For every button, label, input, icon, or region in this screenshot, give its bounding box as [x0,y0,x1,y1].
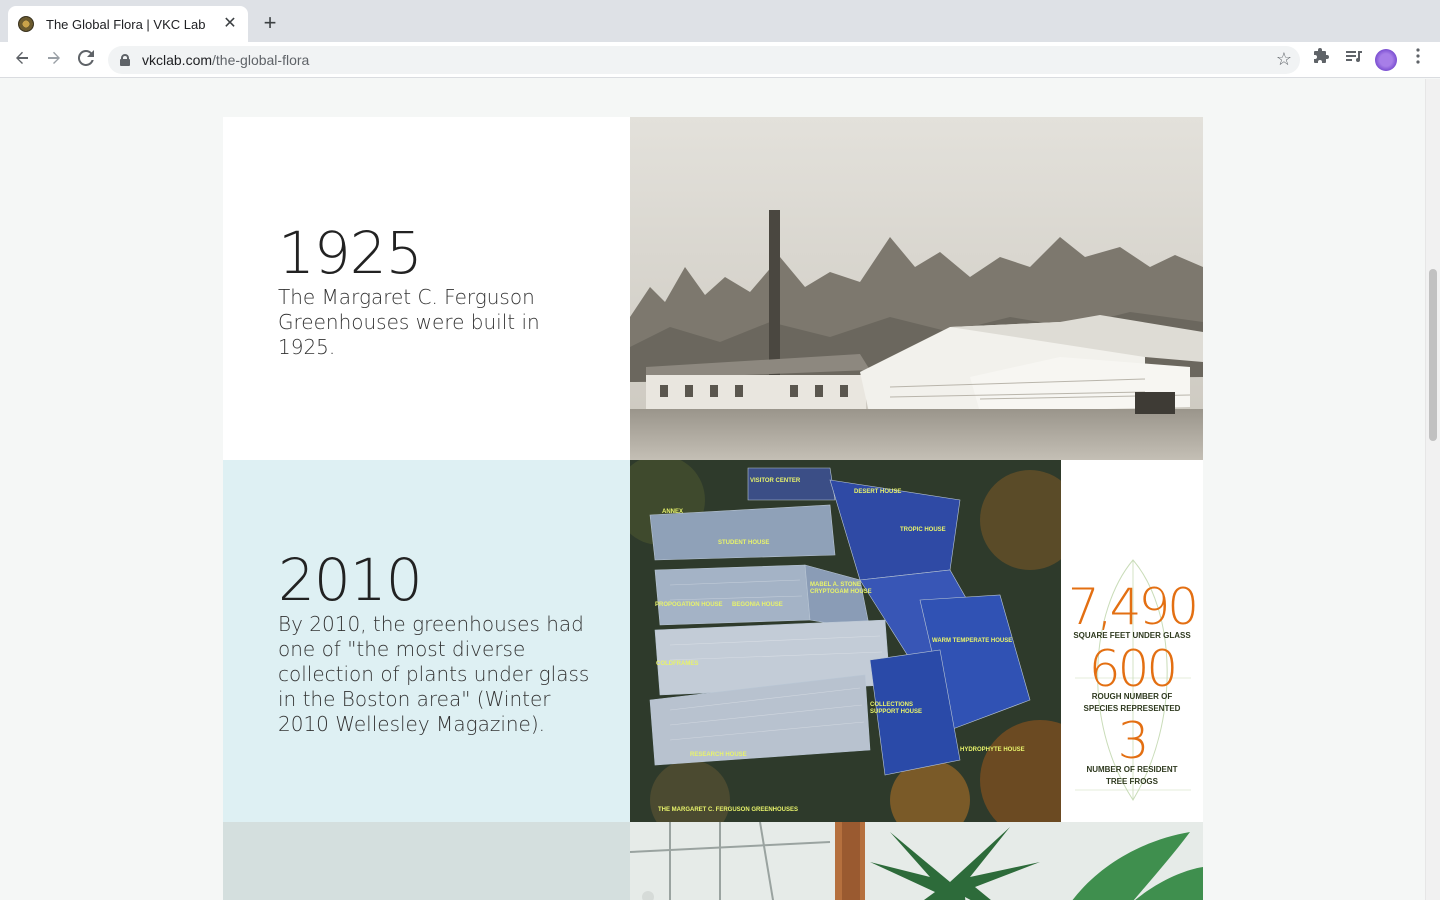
map-label: WARM TEMPERATE HOUSE [932,638,1012,644]
stat-number: 7,490 [1067,578,1199,636]
stat-label: NUMBER OF RESIDENT [1086,765,1178,774]
close-tab-icon[interactable]: ✕ [222,16,238,32]
star-icon[interactable]: ☆ [1276,49,1292,70]
stat-number: 600 [1088,640,1178,698]
browser-toolbar: vkclab.com/the-global-flora ☆ [0,42,1440,78]
map-label: BEGONIA HOUSE [732,602,783,608]
new-tab-button[interactable]: + [258,12,282,36]
stat-label: TREE FROGS [1105,777,1158,786]
map-label: VISITOR CENTER [750,478,801,484]
page-viewport: 1925 The Margaret C. Ferguson Greenhouse… [0,79,1425,900]
forward-icon[interactable] [42,48,66,72]
greenhouse-interior-photo [630,822,1203,900]
map-label: MABEL A. STONE [810,582,861,588]
timeline-year: 2010 [278,546,423,614]
address-bar[interactable]: vkclab.com/the-global-flora ☆ [108,46,1300,74]
tab-strip: The Global Flora | VKC Lab ✕ + [0,0,1440,42]
timeline-row-1925: 1925 The Margaret C. Ferguson Greenhouse… [223,117,1203,460]
map-label: DESERT HOUSE [854,489,901,495]
timeline-year: 1925 [278,219,423,287]
historic-greenhouse-photo [630,117,1203,460]
browser-tab[interactable]: The Global Flora | VKC Lab ✕ [8,6,248,42]
timeline-text-3 [223,822,630,900]
scrollbar-thumb[interactable] [1429,269,1437,441]
back-icon[interactable] [10,48,34,72]
page-scrollbar[interactable] [1425,79,1440,900]
extensions-icon[interactable] [1310,48,1334,72]
lock-icon[interactable] [120,54,130,66]
map-label: CRYPTOGAM HOUSE [810,589,872,595]
stat-number: 3 [1117,712,1150,770]
url-path: /the-global-flora [212,52,310,68]
site-favicon-icon [18,16,34,32]
map-label: RESEARCH HOUSE [690,752,747,758]
avatar[interactable] [1375,49,1397,71]
stat-label: ROUGH NUMBER OF [1091,692,1173,701]
timeline-text-1925: 1925 The Margaret C. Ferguson Greenhouse… [223,117,630,460]
timeline-row-2010: 2010 By 2010, the greenhouses had one of… [223,460,1203,822]
map-label: STUDENT HOUSE [718,540,769,546]
map-label: COLLECTIONS [870,702,913,708]
map-label: TROPIC HOUSE [900,527,946,533]
tab-title: The Global Flora | VKC Lab [46,16,206,32]
media-icon[interactable] [1342,48,1366,72]
reload-icon[interactable] [74,48,98,72]
map-label: COLDFRAMES [656,661,698,667]
url-host: vkclab.com [142,52,213,68]
map-label: SUPPORT HOUSE [870,709,922,715]
timeline-caption: The Margaret C. Ferguson Greenhouses wer… [278,285,540,359]
menu-icon[interactable] [1406,48,1430,72]
greenhouse-aerial-map: VISITOR CENTER DESERT HOUSE ANNEX TROPIC… [630,460,1061,822]
timeline-row-3 [223,822,1203,900]
map-label: ANNEX [662,509,683,515]
map-label: PROPOGATION HOUSE [655,602,723,608]
timeline-text-2010: 2010 By 2010, the greenhouses had one of… [223,460,630,822]
greenhouse-stats-panel: 7,490 SQUARE FEET UNDER GLASS 600 ROUGH … [1061,460,1203,822]
map-label: HYDROPHYTE HOUSE [960,747,1025,753]
map-label: THE MARGARET C. FERGUSON GREENHOUSES [658,807,798,813]
timeline-caption: By 2010, the greenhouses had one of "the… [278,612,590,736]
